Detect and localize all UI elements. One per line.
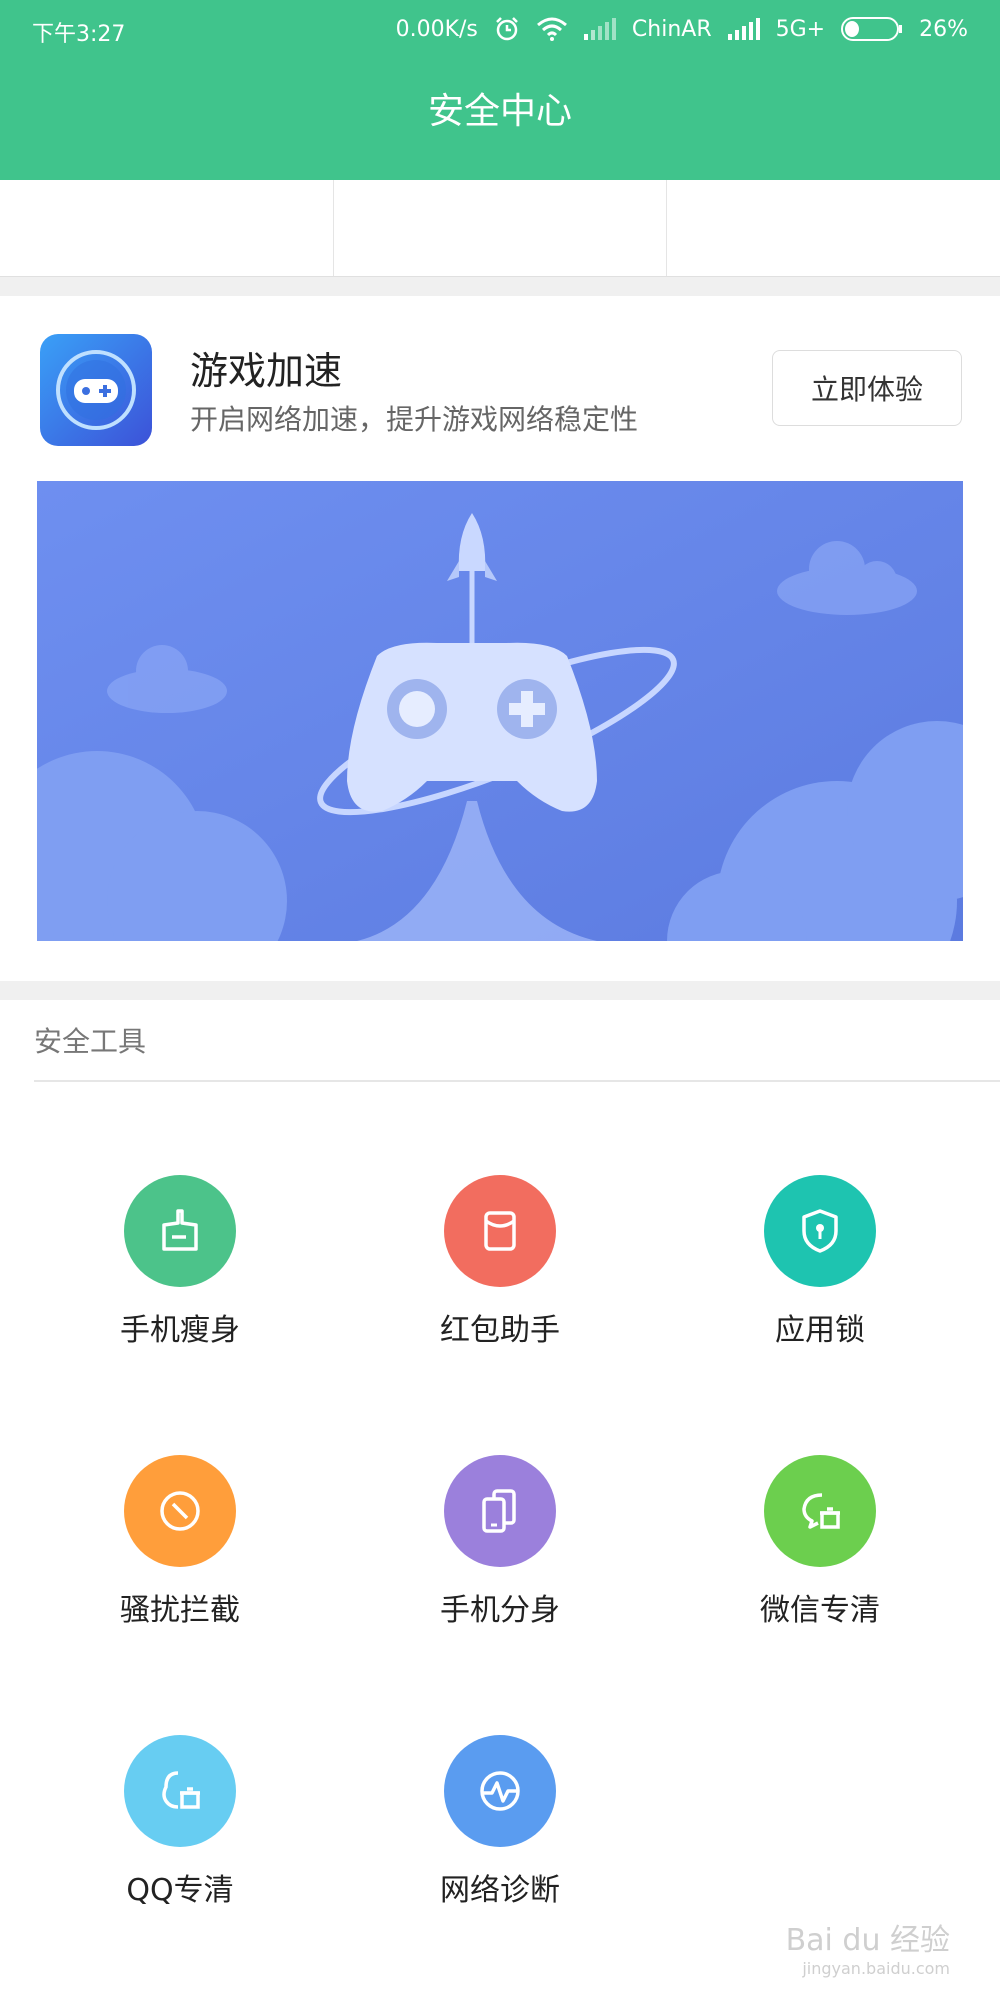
tool-label: 手机分身 (440, 1593, 560, 1628)
tool-label: 应用锁 (775, 1313, 865, 1348)
network-speed: 0.00K/s (395, 16, 478, 42)
status-bar: 下午3:27 0.00K/s ChinAR 5G+ 26% (0, 0, 1000, 60)
game-card-title: 游戏加速 (190, 349, 343, 393)
top-tab-cell[interactable] (334, 180, 668, 276)
shield-lock-icon (764, 1175, 876, 1287)
battery-level: 26% (919, 16, 968, 42)
tool-app-lock[interactable]: 应用锁 (660, 1175, 980, 1349)
battery-icon (841, 16, 903, 42)
game-acceleration-banner[interactable] (37, 481, 963, 941)
top-tab-cell[interactable] (667, 180, 1000, 276)
security-tools-section: 安全工具 手机瘦身 红包助手 应用锁 骚扰拦截 手机分身 微信专清 QQ专清 网… (0, 1000, 1000, 2000)
tool-harassment-block[interactable]: 骚扰拦截 (20, 1455, 340, 1629)
section-gap (0, 981, 1000, 1000)
tools-section-title: 安全工具 (34, 1025, 147, 1058)
tool-qq-clean[interactable]: QQ专清 (20, 1735, 340, 1909)
carrier-name: ChinAR (631, 16, 712, 42)
status-time: 下午3:27 (32, 22, 126, 47)
wifi-icon (536, 17, 568, 41)
tool-red-packet-assistant[interactable]: 红包助手 (340, 1175, 660, 1349)
watermark-url: jingyan.baidu.com (802, 1959, 950, 1978)
top-tab-cell[interactable] (0, 180, 334, 276)
game-accelerator-app-icon (40, 334, 152, 446)
network-diagnosis-icon (444, 1735, 556, 1847)
top-tab-row (0, 180, 1000, 277)
cleanup-icon (124, 1175, 236, 1287)
game-acceleration-card[interactable]: 游戏加速 开启网络加速，提升游戏网络稳定性 立即体验 (0, 296, 1000, 981)
alarm-icon (494, 16, 520, 42)
tool-label: 骚扰拦截 (120, 1593, 240, 1628)
signal-strong-icon (727, 18, 760, 40)
red-packet-icon (444, 1175, 556, 1287)
watermark-main: Bai du 经验 (785, 1923, 950, 1958)
signal-weak-icon (583, 18, 616, 40)
tool-label: 手机瘦身 (120, 1313, 240, 1348)
app-header: 下午3:27 0.00K/s ChinAR 5G+ 26% 安全中心 (0, 0, 1000, 180)
tool-label: 微信专清 (760, 1593, 880, 1628)
tool-wechat-clean[interactable]: 微信专清 (660, 1455, 980, 1629)
tool-phone-slim[interactable]: 手机瘦身 (20, 1175, 340, 1349)
qq-clean-icon (124, 1735, 236, 1847)
tool-network-diagnosis[interactable]: 网络诊断 (340, 1735, 660, 1909)
tool-label: QQ专清 (126, 1873, 234, 1908)
divider (34, 1080, 1000, 1082)
page-title: 安全中心 (427, 91, 572, 132)
network-type: 5G+ (775, 16, 826, 42)
game-card-description: 开启网络加速，提升游戏网络稳定性 (190, 403, 639, 436)
dual-phone-icon (444, 1455, 556, 1567)
tool-label: 红包助手 (440, 1313, 560, 1348)
block-icon (124, 1455, 236, 1567)
section-gap (0, 277, 1000, 296)
tool-label: 网络诊断 (440, 1873, 560, 1908)
wechat-clean-icon (764, 1455, 876, 1567)
tool-dual-apps[interactable]: 手机分身 (340, 1455, 660, 1629)
try-now-button[interactable]: 立即体验 (772, 350, 962, 426)
watermark: Bai du 经验 jingyan.baidu.com (786, 1915, 950, 1978)
